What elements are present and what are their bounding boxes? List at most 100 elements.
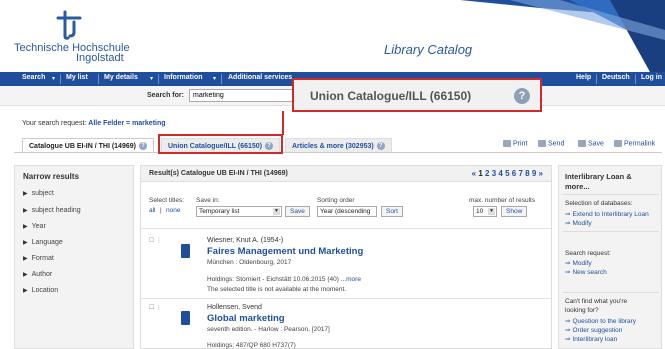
max-results-select[interactable]: 10 ▼ [473,206,497,217]
record-divider [141,228,551,229]
select-separator: | [160,207,162,214]
pager-next[interactable]: » [539,169,543,178]
search-input[interactable] [189,89,299,102]
page-8[interactable]: 8 [525,169,529,178]
nav-my-details[interactable]: My details [104,74,138,81]
triangle-right-icon: ▶ [23,208,28,214]
facet-language[interactable]: ▶ Language [23,239,63,246]
facet-label: subject [31,190,54,197]
arrow-right-icon: ⇒ [565,327,571,334]
results-title: Result(s) Catalogue UB EI-IN / THI (1496… [149,170,288,177]
nav-language[interactable]: Deutsch [602,74,630,81]
record-title-link[interactable]: Global marketing [207,313,285,324]
facet-subject[interactable]: ▶ subject [23,190,54,197]
chevron-down-icon[interactable]: ▾ [52,75,55,82]
save-action[interactable]: Save [578,140,604,147]
page-header: Technische Hochschule Ingolstadt Library… [0,0,665,72]
record-author: Wiesner, Knut A. (1954-) [207,237,284,244]
page-4[interactable]: 4 [498,169,502,178]
record-checkbox[interactable]: ☐ ⋮ [149,237,162,244]
printer-icon [503,140,511,147]
select-all-link[interactable]: all [149,207,156,214]
nav-divider [635,74,636,84]
book-icon [181,311,190,325]
nav-search[interactable]: Search [22,74,45,81]
permalink-action[interactable]: Permalink [614,140,655,147]
facet-format[interactable]: ▶ Format [23,255,54,262]
send-action[interactable]: Send [538,140,564,147]
nav-my-list[interactable]: My list [66,74,88,81]
save-in-select[interactable]: Temporary list ▼ [196,206,282,217]
record-author: Hollensen, Svend [207,304,262,311]
help-icon[interactable]: ? [376,142,385,150]
select-titles-label: Select titles: [149,197,185,204]
send-label: Send [548,140,565,148]
facet-author[interactable]: ▶ Author [23,271,52,278]
order-suggestion-label: Order suggestion [572,327,623,334]
nav-login[interactable]: Log in [641,74,662,81]
page-5[interactable]: 5 [505,169,509,178]
extend-ill-link[interactable]: ⇒ Extend to Interlibrary Loan [565,210,649,218]
nav-information[interactable]: Information [164,74,203,81]
page-6[interactable]: 6 [512,169,516,178]
link-icon [614,140,622,147]
page-2[interactable]: 2 [485,169,489,178]
search-request-link[interactable]: Alle Felder = marketing [88,120,165,127]
triangle-right-icon: ▶ [23,240,28,246]
nav-help[interactable]: Help [576,74,591,81]
permalink-label: Permalink [624,140,656,148]
help-icon[interactable]: ? [138,142,147,150]
record-holdings: Holdings: Storniert - Eichstätt 10.06.20… [207,276,361,283]
question-library-link[interactable]: ⇒ Question to the library [565,317,636,325]
record-holdings: Holdings: 487/QP 680 H737(7) [207,342,296,349]
narrow-results-title: Narrow results [23,172,80,181]
results-header: Result(s) Catalogue UB EI-IN / THI (1496… [141,166,551,182]
triangle-right-icon: ▶ [23,288,28,294]
max-results-label: max. number of results [469,197,536,204]
modify-databases-label: Modify [572,220,592,227]
new-search-link[interactable]: ⇒ New search [565,268,607,276]
page-3[interactable]: 3 [492,169,496,178]
save-label: Save [588,140,604,148]
pager-prev[interactable]: « [472,169,476,178]
select-none-link[interactable]: none [166,207,180,214]
help-icon: ? [514,88,530,104]
page-1[interactable]: 1 [478,169,482,178]
chevron-down-icon[interactable]: ▾ [150,75,153,82]
tab-articles[interactable]: Articles & more (302953)? [285,138,392,152]
facet-label: Language [31,239,63,246]
interlibrary-title-line1: Interlibrary Loan & [565,172,632,181]
arrow-right-icon: ⇒ [565,260,571,267]
order-suggestion-link[interactable]: ⇒ Order suggestion [565,326,622,334]
print-action[interactable]: Print [503,140,527,147]
interlibrary-title-line2: more... [565,182,590,191]
page-9[interactable]: 9 [532,169,536,178]
record-title-link[interactable]: Faires Management und Marketing [207,246,363,257]
chevron-down-icon[interactable]: ▾ [213,75,216,82]
facet-label: Author [31,271,53,278]
tab-highlight-box [158,134,283,154]
modify-request-link[interactable]: ⇒ Modify [565,259,592,267]
zoom-callout: Union Catalogue/ILL (66150) ? [292,78,542,112]
record-checkbox[interactable]: ☐ ⋮ [149,304,162,311]
facet-location[interactable]: ▶ Location [23,287,58,294]
record-availability-note: The selected title is not available at t… [207,286,347,293]
tab-catalogue[interactable]: Catalogue UB EI-IN / THI (14969)? [22,138,154,152]
save-list-button[interactable]: Save [285,206,310,217]
show-button[interactable]: Show [501,206,528,217]
arrow-right-icon: ⇒ [565,269,571,276]
facet-year[interactable]: ▶ Year [23,223,46,230]
facet-subject-heading[interactable]: ▶ subject heading [23,207,81,214]
sorting-order-select[interactable]: Year (descending [317,206,377,217]
page-7[interactable]: 7 [518,169,522,178]
interlibrary-loan-link[interactable]: ⇒ Interlibrary loan [565,335,617,343]
panel-divider [563,194,659,195]
modify-databases-link[interactable]: ⇒ Modify [565,219,592,227]
record-more-link[interactable]: ...more [341,276,361,283]
search-request-label: Your search request: [22,120,87,127]
extend-ill-label: Extend to Interlibrary Loan [572,211,649,218]
new-search-label: New search [572,269,607,276]
nav-additional-services[interactable]: Additional services [228,74,292,81]
sort-button[interactable]: Sort [381,206,403,217]
tab-label: Catalogue UB EI-IN / THI (14969) [29,142,136,150]
